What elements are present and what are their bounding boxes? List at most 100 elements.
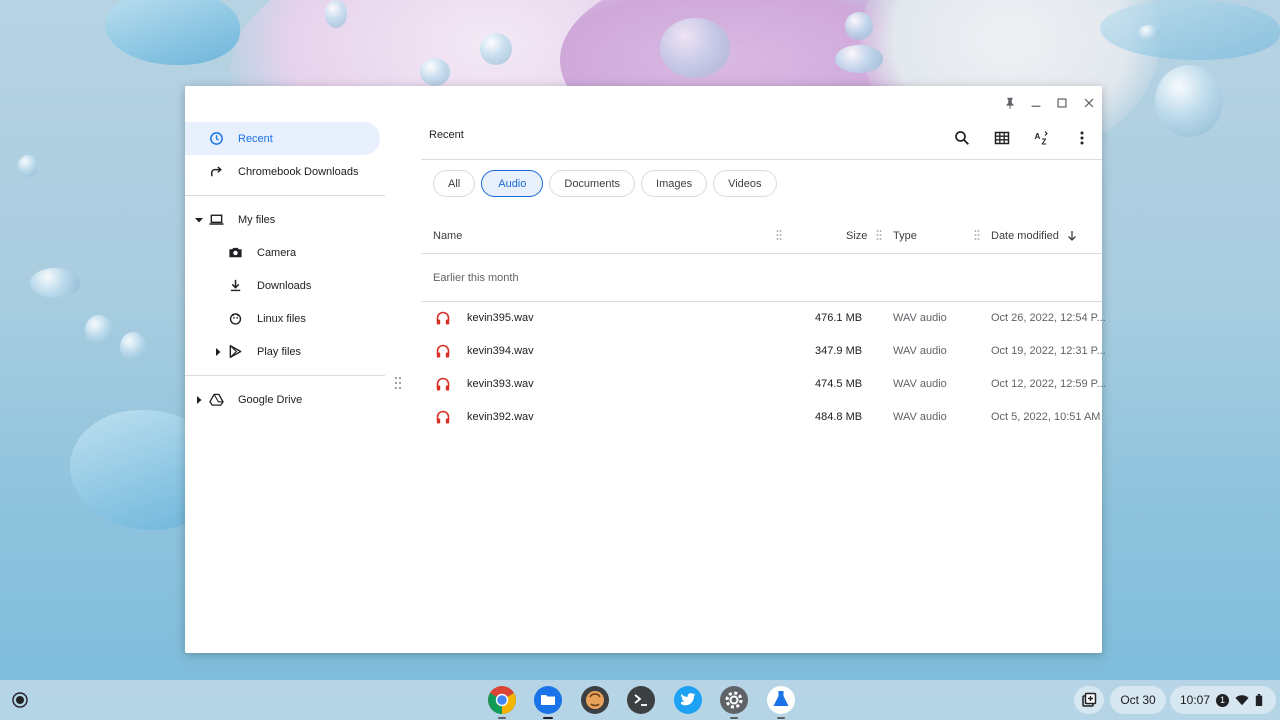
more-vert-icon[interactable] <box>1069 125 1095 151</box>
sidebar-item-chromebook-downloads[interactable]: Chromebook Downloads <box>185 155 385 188</box>
filter-chip-audio[interactable]: Audio <box>481 170 544 197</box>
sort-descending-arrow-icon[interactable] <box>1067 230 1077 242</box>
column-header-row: Name Size Type Date modified <box>421 218 1102 254</box>
expand-arrow-icon[interactable] <box>214 347 222 356</box>
wallpaper-droplet <box>85 315 113 345</box>
minimize-icon[interactable] <box>1025 92 1047 114</box>
file-size: 484.8 MB <box>815 411 863 423</box>
file-row[interactable]: kevin392.wav 484.8 MB WAV audio Oct 5, 2… <box>421 401 1102 434</box>
lab-icon[interactable] <box>766 685 796 719</box>
expand-arrow-icon[interactable] <box>195 216 203 224</box>
app-icon[interactable] <box>580 685 610 715</box>
sidebar-item-label: Google Drive <box>238 393 303 406</box>
headphones-icon <box>436 377 450 391</box>
headphones-icon <box>436 311 450 325</box>
sidebar-item-recent[interactable]: Recent <box>185 122 380 155</box>
column-resize-handle[interactable] <box>974 229 980 241</box>
file-row[interactable]: kevin395.wav 476.1 MB WAV audio Oct 26, … <box>421 302 1106 335</box>
sidebar-item-label: Chromebook Downloads <box>238 165 359 178</box>
wallpaper-droplet <box>660 18 730 78</box>
pin-icon[interactable] <box>999 92 1021 114</box>
sidebar-item-label: Play files <box>257 345 302 358</box>
column-resize-handle[interactable] <box>876 229 882 241</box>
sidebar-item-label: Downloads <box>257 279 312 292</box>
column-header-name[interactable]: Name <box>433 230 462 242</box>
file-row[interactable]: kevin393.wav 474.5 MB WAV audio Oct 12, … <box>421 368 1106 401</box>
headphones-icon <box>436 344 450 358</box>
wallpaper-droplet <box>325 0 347 28</box>
file-date: Oct 12, 2022, 12:59 P... <box>991 378 1106 390</box>
expand-arrow-icon[interactable] <box>195 395 203 404</box>
file-name: kevin394.wav <box>467 345 534 357</box>
sidebar-item-linux-files[interactable]: Linux files <box>185 302 385 335</box>
file-list-pane: Recent AZ All Audio Documents Images Vid… <box>421 122 1106 653</box>
battery-icon <box>1255 694 1263 706</box>
sidebar-divider <box>185 375 385 376</box>
sort-az-icon[interactable]: AZ <box>1029 125 1055 151</box>
page-title: Recent <box>429 129 464 141</box>
launcher-button[interactable] <box>10 690 30 710</box>
wallpaper-droplet <box>1138 25 1160 41</box>
file-size: 476.1 MB <box>815 312 863 324</box>
wallpaper-droplet <box>845 12 873 40</box>
toolbar: Recent AZ <box>421 122 1102 160</box>
play-icon <box>227 344 243 360</box>
file-type: WAV audio <box>893 378 947 390</box>
download-icon <box>227 278 243 294</box>
grid-view-icon[interactable] <box>989 125 1015 151</box>
date-tray[interactable]: Oct 30 <box>1110 686 1166 714</box>
sidebar-resize-handle[interactable] <box>394 376 402 390</box>
filter-chip-videos[interactable]: Videos <box>713 170 777 197</box>
file-row[interactable]: kevin394.wav 347.9 MB WAV audio Oct 19, … <box>421 335 1106 368</box>
app-running-indicator <box>777 717 785 719</box>
headphones-icon <box>436 410 450 424</box>
file-type: WAV audio <box>893 312 947 324</box>
wifi-icon <box>1235 695 1249 706</box>
filter-chip-all[interactable]: All <box>433 170 476 197</box>
column-header-type[interactable]: Type <box>893 230 917 242</box>
sidebar-item-camera[interactable]: Camera <box>185 236 385 269</box>
filter-chip-images[interactable]: Images <box>641 170 708 197</box>
file-size: 347.9 MB <box>815 345 863 357</box>
twitter-icon[interactable] <box>673 685 703 715</box>
sidebar-item-downloads[interactable]: Downloads <box>185 269 385 302</box>
filter-chip-documents[interactable]: Documents <box>549 170 636 197</box>
file-name: kevin392.wav <box>467 411 534 423</box>
files-app-window: Recent Chromebook Downloads My files Cam… <box>185 86 1106 653</box>
sidebar-item-google-drive[interactable]: Google Drive <box>185 383 385 416</box>
wallpaper-droplet <box>420 58 450 86</box>
sidebar-item-play-files[interactable]: Play files <box>185 335 385 368</box>
chrome-icon[interactable] <box>487 685 517 719</box>
file-size: 474.5 MB <box>815 378 863 390</box>
svg-text:A: A <box>1035 132 1041 141</box>
navigation-sidebar: Recent Chromebook Downloads My files Cam… <box>185 122 385 416</box>
column-header-size[interactable]: Size <box>846 230 867 242</box>
sidebar-item-my-files[interactable]: My files <box>185 203 385 236</box>
maximize-icon[interactable] <box>1051 92 1073 114</box>
notification-count-badge: 1 <box>1216 693 1230 707</box>
app-running-indicator <box>498 717 506 719</box>
svg-text:Z: Z <box>1042 138 1047 147</box>
sidebar-item-label: Camera <box>257 246 297 259</box>
files-icon[interactable] <box>533 685 563 719</box>
terminal-icon[interactable] <box>626 685 656 715</box>
status-tray[interactable]: 10:07 1 <box>1170 686 1276 714</box>
file-name: kevin393.wav <box>467 378 534 390</box>
column-header-date-modified[interactable]: Date modified <box>991 230 1059 242</box>
file-date: Oct 19, 2022, 12:31 P... <box>991 345 1106 357</box>
drive-icon <box>208 392 224 408</box>
close-icon[interactable] <box>1078 92 1100 114</box>
settings-icon[interactable] <box>719 685 749 719</box>
shortcut-arrow-icon <box>208 164 224 180</box>
sidebar-divider <box>185 195 385 196</box>
wallpaper-droplet <box>105 0 240 65</box>
wallpaper-droplet <box>120 332 146 362</box>
wallpaper-droplet <box>835 45 883 73</box>
tote-button[interactable] <box>1074 686 1104 714</box>
app-running-indicator <box>730 717 738 719</box>
search-icon[interactable] <box>949 125 975 151</box>
file-date: Oct 26, 2022, 12:54 P... <box>991 312 1106 324</box>
group-label: Earlier this month <box>433 272 519 284</box>
file-date: Oct 5, 2022, 10:51 AM <box>991 411 1101 423</box>
column-resize-handle[interactable] <box>776 229 782 241</box>
